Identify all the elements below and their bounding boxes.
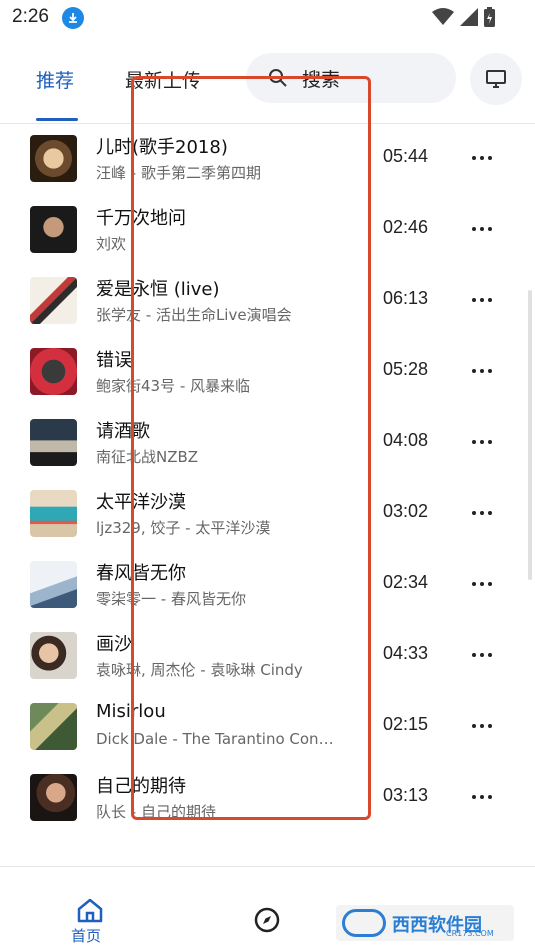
search-label: 搜索 [302, 69, 341, 91]
album-cover [30, 561, 77, 608]
more-icon[interactable] [470, 146, 494, 170]
song-title: 错误 [96, 350, 132, 371]
song-duration: 04:08 [383, 430, 429, 450]
search-icon [269, 69, 287, 87]
album-cover [30, 348, 77, 395]
album-cover [30, 277, 77, 324]
song-title: 儿时(歌手2018) [96, 137, 228, 158]
nav-home[interactable]: 首页 [60, 897, 120, 947]
album-cover [30, 632, 77, 679]
watermark-subtext: CR173.COM [446, 929, 494, 938]
song-title: 画沙 [96, 634, 132, 655]
monitor-icon [486, 70, 506, 88]
song-duration: 03:13 [383, 785, 429, 805]
song-title: 千万次地问 [96, 208, 186, 229]
song-title: 自己的期待 [96, 776, 186, 797]
album-cover [30, 419, 77, 466]
tab-latest-upload[interactable]: 最新上传 [125, 66, 201, 93]
download-icon [62, 7, 84, 29]
song-row[interactable]: 自己的期待 队长 - 自己的期待 03:13 [0, 763, 535, 834]
song-title: Misirlou [96, 701, 166, 722]
song-artist: 汪峰 - 歌手第二季第四期 [96, 164, 261, 182]
song-title: 爱是永恒 (live) [96, 279, 220, 300]
more-icon[interactable] [470, 714, 494, 738]
song-row[interactable]: Misirlou Dick Dale - The Tarantino Con… … [0, 692, 535, 763]
wifi-icon [432, 8, 454, 25]
more-icon[interactable] [470, 643, 494, 667]
song-artist: 刘欢 [96, 235, 127, 253]
album-cover [30, 703, 77, 750]
song-artist: 零柒零一 - 春风皆无你 [96, 590, 246, 608]
song-artist: 队长 - 自己的期待 [96, 803, 216, 821]
tab-recommend[interactable]: 推荐 [36, 66, 74, 93]
status-bar: 2:26 [0, 0, 535, 38]
search-box[interactable]: 搜索 [246, 53, 456, 103]
nav-home-label: 首页 [71, 927, 102, 945]
album-cover [30, 135, 77, 182]
song-row[interactable]: 儿时(歌手2018) 汪峰 - 歌手第二季第四期 05:44 [0, 124, 535, 195]
song-row[interactable]: 错误 鲍家街43号 - 风暴来临 05:28 [0, 337, 535, 408]
more-icon[interactable] [470, 288, 494, 312]
song-title: 太平洋沙漠 [96, 492, 186, 513]
song-artist: ljz329, 饺子 - 太平洋沙漠 [96, 519, 271, 537]
song-duration: 06:13 [383, 288, 429, 308]
scrollbar[interactable] [528, 290, 532, 580]
song-artist: 袁咏琳, 周杰伦 - 袁咏琳 Cindy [96, 661, 303, 679]
top-header: 推荐 最新上传 搜索 [0, 38, 535, 124]
watermark-logo: 西西软件园 CR173.COM [336, 905, 514, 941]
more-icon[interactable] [470, 501, 494, 525]
song-title: 春风皆无你 [96, 563, 186, 584]
song-row[interactable]: 太平洋沙漠 ljz329, 饺子 - 太平洋沙漠 03:02 [0, 479, 535, 550]
song-row[interactable]: 千万次地问 刘欢 02:46 [0, 195, 535, 266]
song-artist: Dick Dale - The Tarantino Con… [96, 730, 334, 748]
song-artist: 张学友 - 活出生命Live演唱会 [96, 306, 292, 324]
song-artist: 南征北战NZBZ [96, 448, 199, 466]
more-icon[interactable] [470, 572, 494, 596]
more-icon[interactable] [470, 785, 494, 809]
system-icons [432, 7, 495, 27]
song-duration: 02:46 [383, 217, 429, 237]
song-duration: 04:33 [383, 643, 429, 663]
battery-icon [484, 7, 495, 27]
status-time: 2:26 [12, 6, 49, 27]
more-icon[interactable] [470, 217, 494, 241]
more-icon[interactable] [470, 430, 494, 454]
compass-icon [254, 907, 280, 933]
cast-button[interactable] [470, 53, 522, 105]
song-duration: 02:15 [383, 714, 429, 734]
nav-discover[interactable] [254, 907, 280, 937]
song-row[interactable]: 爱是永恒 (live) 张学友 - 活出生命Live演唱会 06:13 [0, 266, 535, 337]
song-title: 请酒歌 [96, 421, 150, 442]
watermark-icon [342, 909, 386, 937]
song-row[interactable]: 请酒歌 南征北战NZBZ 04:08 [0, 408, 535, 479]
album-cover [30, 490, 77, 537]
song-artist: 鲍家街43号 - 风暴来临 [96, 377, 251, 395]
song-row[interactable]: 春风皆无你 零柒零一 - 春风皆无你 02:34 [0, 550, 535, 621]
song-duration: 05:28 [383, 359, 429, 379]
song-row[interactable]: 画沙 袁咏琳, 周杰伦 - 袁咏琳 Cindy 04:33 [0, 621, 535, 692]
song-duration: 05:44 [383, 146, 429, 166]
song-duration: 03:02 [383, 501, 429, 521]
album-cover [30, 206, 77, 253]
album-cover [30, 774, 77, 821]
song-duration: 02:34 [383, 572, 429, 592]
home-icon [77, 898, 103, 923]
active-tab-indicator [36, 118, 78, 121]
signal-icon [460, 8, 478, 26]
bottom-nav: 首页 西西软件园 CR173.COM [0, 867, 535, 951]
more-icon[interactable] [470, 359, 494, 383]
